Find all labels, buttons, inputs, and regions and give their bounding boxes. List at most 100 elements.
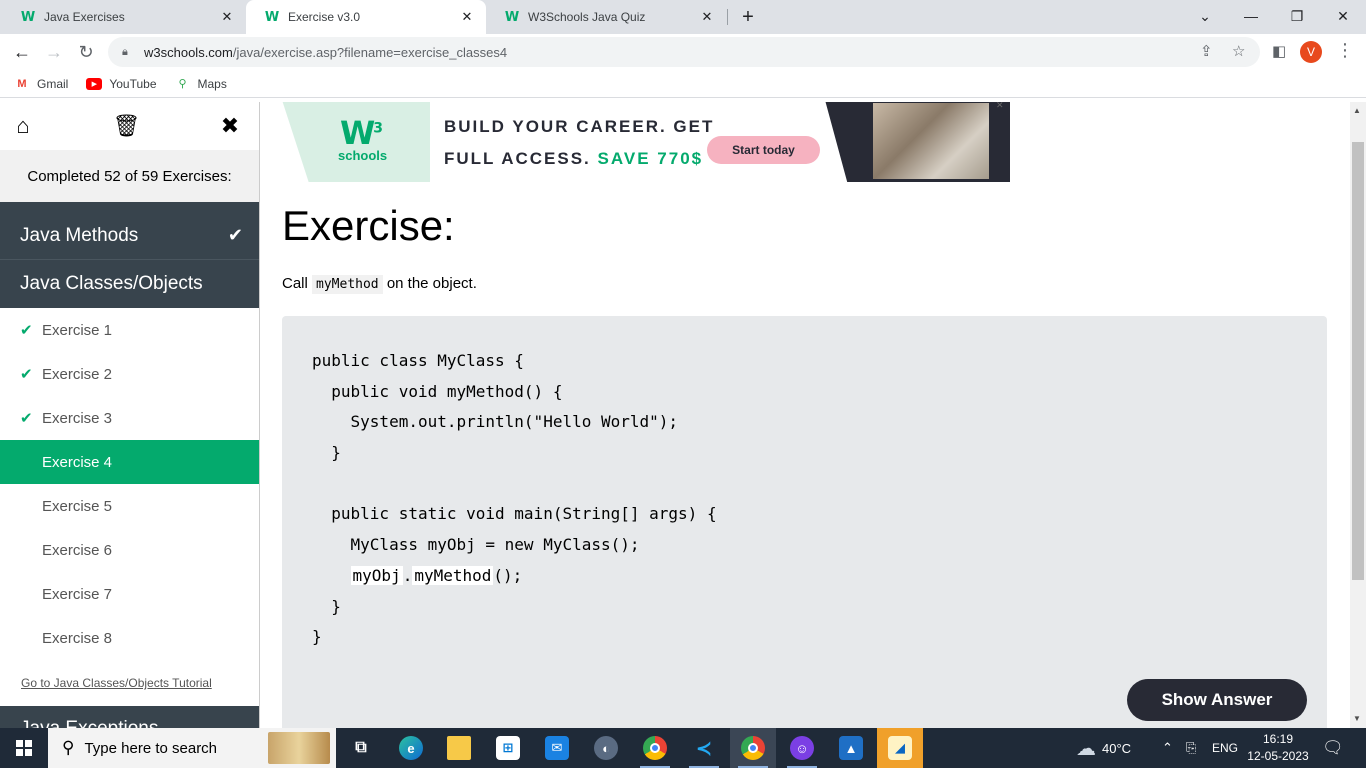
advertisement-banner[interactable]: W3 schools BUILD YOUR CAREER. GET FULL A… [282,102,1010,182]
weather-temp: 40°C [1102,740,1132,756]
w3schools-favicon-icon: W [504,9,520,25]
bookmark-gmail[interactable]: M Gmail [14,77,68,91]
edge-icon[interactable]: e [388,728,434,768]
system-clock[interactable]: 16:19 12-05-2023 [1246,731,1310,765]
search-placeholder: Type here to search [84,739,218,757]
exercise-label: Exercise 7 [42,585,113,603]
cloudy-weather-icon: ☁ [1076,737,1096,760]
tab-search-chevron-icon[interactable]: ⌄ [1182,0,1228,32]
start-button[interactable] [0,728,48,768]
show-answer-button[interactable]: Show Answer [1127,679,1307,721]
search-highlight-image [268,732,330,764]
scroll-up-arrow-icon[interactable]: ▲ [1353,106,1361,115]
restore-icon[interactable]: ❐ [1274,0,1320,32]
bookmark-label: Maps [197,76,227,91]
code-line: } [312,596,341,616]
notifications-icon[interactable]: 🗨︎ [1322,728,1344,768]
scroll-down-arrow-icon[interactable]: ▼ [1353,714,1361,723]
tab-title: Java Exercises [44,10,125,24]
exercise-label: Exercise 2 [42,365,113,383]
minimize-icon[interactable]: — [1228,0,1274,32]
gmail-icon: M [17,77,27,90]
home-icon[interactable]: ⌂ [10,113,36,139]
sidebar-toolbar: ⌂ 🗑︎ ✖ [0,102,259,150]
lock-icon[interactable]: 🔒︎ [122,46,134,58]
back-arrow-icon[interactable]: ← [10,40,34,64]
sticky-app-icon[interactable]: ◢ [877,728,923,768]
browser-menu-icon[interactable]: ⋮ [1336,40,1354,61]
section-java-methods[interactable]: Java Methods ✔ [0,212,259,260]
taskbar-search-input[interactable]: ⚲ Type here to search [48,728,336,768]
progress-text: Completed 52 of 59 Exercises: [0,150,259,202]
vertical-scrollbar[interactable]: ▲ ▼ [1350,102,1366,728]
new-tab-plus-icon[interactable]: + [736,5,760,29]
answer-input-1[interactable]: myObj [350,565,403,585]
forward-arrow-icon[interactable]: → [42,40,66,64]
network-icon[interactable]: ⎘ [1186,728,1196,768]
profile-avatar[interactable]: V [1300,41,1322,63]
task-view-icon[interactable]: ⧉ [338,728,384,768]
show-hidden-icons-chevron-icon[interactable]: ⌃ [1162,728,1173,768]
clock-time: 16:19 [1262,732,1294,746]
exercise-item-7[interactable]: Exercise 7 [0,572,259,616]
exercise-main: W3 schools BUILD YOUR CAREER. GET FULL A… [260,102,1350,728]
share-icon[interactable]: ⇪ [1200,42,1213,60]
checkmark-icon: ✔ [227,225,243,245]
mail-icon[interactable]: ✉ [534,728,580,768]
browser-tab-strip: W Java Exercises ✕ W Exercise v3.0 ✕ W W… [0,0,1366,34]
sidebar-divider [0,202,259,212]
exercise-label: Exercise 3 [42,409,113,427]
reload-icon[interactable]: ↻ [74,40,98,64]
section-java-classes-objects[interactable]: Java Classes/Objects [0,260,259,308]
exercise-item-5[interactable]: Exercise 5 [0,484,259,528]
tutorial-link[interactable]: Go to Java Classes/Objects Tutorial [0,660,259,706]
start-today-button[interactable]: Start today [707,136,820,164]
github-icon[interactable]: ☺ [779,728,825,768]
close-tab-icon[interactable]: ✕ [458,8,476,26]
w3schools-favicon-icon: W [264,9,280,25]
tab-exercise-v3[interactable]: W Exercise v3.0 ✕ [246,0,486,34]
scrollbar-thumb[interactable] [1352,142,1364,580]
exercise-item-6[interactable]: Exercise 6 [0,528,259,572]
tab-java-exercises[interactable]: W Java Exercises ✕ [2,0,246,34]
side-panel-icon[interactable]: ◧ [1272,42,1286,60]
close-tab-icon[interactable]: ✕ [698,8,716,26]
inline-code: myMethod [312,275,383,294]
close-tab-icon[interactable]: ✕ [218,8,236,26]
photos-icon[interactable]: ▲ [828,728,874,768]
exercise-label: Exercise 6 [42,541,113,559]
section-label: Java Classes/Objects [20,273,203,294]
ad-close-icon[interactable]: ✕ [996,102,1004,111]
exercise-item-4[interactable]: Exercise 4 [0,440,259,484]
clock-date: 12-05-2023 [1247,749,1309,763]
bookmarks-bar: M Gmail ▶ YouTube ⚲ Maps [0,70,1366,98]
url-path: /java/exercise.asp?filename=exercise_cla… [232,44,508,60]
bookmark-star-icon[interactable]: ☆ [1232,42,1245,60]
chrome-active-icon[interactable] [730,728,776,768]
weather-widget[interactable]: ☁ 40°C [1076,728,1131,768]
exercise-item-1[interactable]: ✔ Exercise 1 [0,308,259,352]
bookmark-maps[interactable]: ⚲ Maps [175,76,227,91]
file-explorer-icon[interactable] [436,728,482,768]
answer-input-2[interactable]: myMethod [412,565,494,585]
close-icon[interactable]: ✖ [217,113,243,139]
code-line: System.out.println("Hello World"); [312,412,679,432]
maps-icon: ⚲ [178,78,187,90]
code-line: public void myMethod() { [312,381,563,401]
exercise-item-8[interactable]: Exercise 8 [0,616,259,660]
language-indicator[interactable]: ENG [1212,728,1238,768]
section-java-exceptions[interactable]: Java Exceptions [0,706,259,728]
vscode-icon[interactable]: ≺ [681,728,727,768]
microsoft-store-icon[interactable]: ⊞ [485,728,531,768]
exercise-item-3[interactable]: ✔ Exercise 3 [0,396,259,440]
trash-icon[interactable]: 🗑︎ [113,113,141,139]
chrome-icon[interactable] [632,728,678,768]
section-label: Java Exceptions [20,718,158,728]
windows-logo-icon [16,740,32,756]
tab-java-quiz[interactable]: W W3Schools Java Quiz ✕ [486,0,726,34]
close-window-icon[interactable]: ✕ [1320,0,1366,32]
url-input[interactable]: 🔒︎ w3schools.com/java/exercise.asp?filen… [108,37,1260,67]
bookmark-youtube[interactable]: ▶ YouTube [86,77,157,91]
media-app-icon[interactable]: ◐ [583,728,629,768]
exercise-item-2[interactable]: ✔ Exercise 2 [0,352,259,396]
